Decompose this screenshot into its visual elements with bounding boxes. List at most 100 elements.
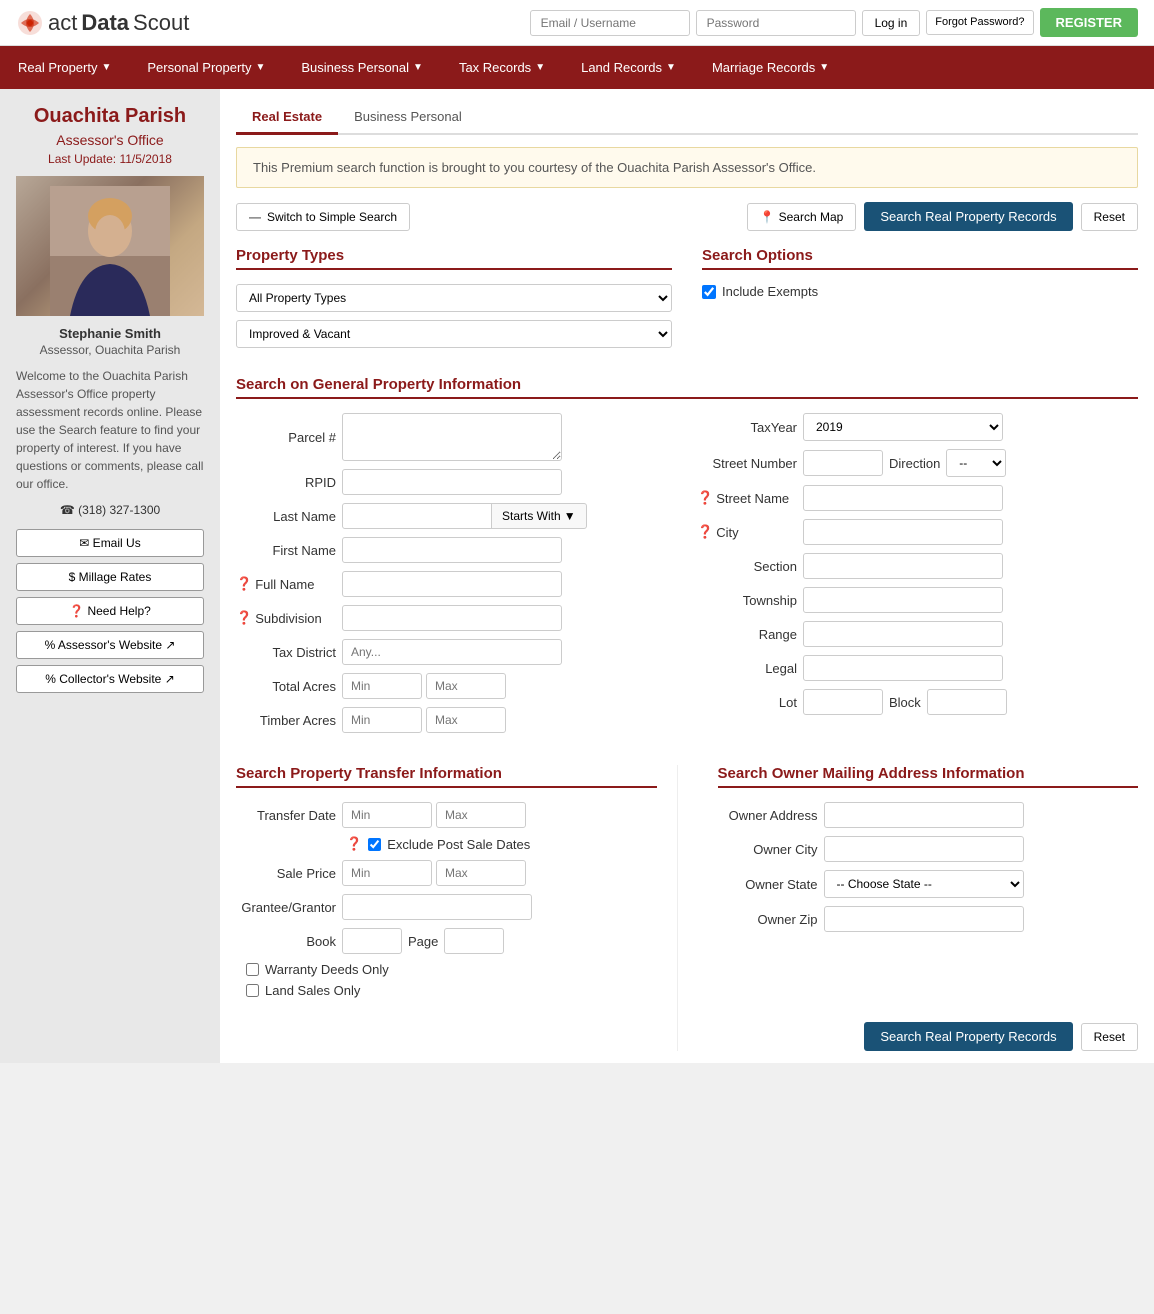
reset-button-bottom[interactable]: Reset	[1081, 1023, 1138, 1051]
subdivision-input[interactable]	[342, 605, 562, 631]
page-input[interactable]	[444, 928, 504, 954]
subdivision-help-icon[interactable]: ❓	[236, 610, 252, 626]
street-name-input[interactable]	[803, 485, 1003, 511]
register-button[interactable]: REGISTER	[1040, 8, 1138, 37]
nav-arrow-tax-records: ▼	[535, 62, 545, 73]
forgot-password-button[interactable]: Forgot Password?	[926, 10, 1033, 35]
tab-bar: Real Estate Business Personal	[236, 101, 1138, 135]
general-search-left: Parcel # RPID Last Name	[236, 413, 677, 741]
owner-state-select[interactable]: -- Choose State -- ALAKAZAR CACOCTDE FLG…	[824, 870, 1024, 898]
nav-item-personal-property[interactable]: Personal Property ▼	[129, 46, 283, 89]
tax-district-row: Tax District	[236, 639, 677, 665]
city-label: ❓ City	[697, 524, 797, 540]
collectors-website-button[interactable]: % Collector's Website ↗	[16, 665, 204, 693]
starts-with-button[interactable]: Starts With ▼	[491, 503, 587, 529]
transfer-title: Search Property Transfer Information	[236, 765, 657, 788]
warranty-deeds-checkbox[interactable]	[246, 963, 259, 976]
street-number-input[interactable]	[803, 450, 883, 476]
parcel-row: Parcel #	[236, 413, 677, 461]
search-records-button-bottom[interactable]: Search Real Property Records	[864, 1022, 1072, 1051]
nav-item-tax-records[interactable]: Tax Records ▼	[441, 46, 563, 89]
password-input[interactable]	[696, 10, 856, 36]
nav-item-real-property[interactable]: Real Property ▼	[0, 46, 129, 89]
parcel-input[interactable]	[342, 413, 562, 461]
sidebar-phone: ☎ (318) 327-1300	[16, 503, 204, 517]
pin-icon: 📍	[760, 210, 775, 224]
simple-search-button[interactable]: — Switch to Simple Search	[236, 203, 410, 231]
direction-select[interactable]: -- N S E W NE NW SE SW	[946, 449, 1006, 477]
millage-rates-button[interactable]: $ Millage Rates	[16, 563, 204, 591]
exclude-post-checkbox[interactable]	[368, 838, 381, 851]
section-label: Section	[697, 559, 797, 574]
login-button[interactable]: Log in	[862, 10, 921, 36]
land-sales-checkbox[interactable]	[246, 984, 259, 997]
tab-real-estate[interactable]: Real Estate	[236, 101, 338, 135]
assessors-website-button[interactable]: % Assessor's Website ↗	[16, 631, 204, 659]
owner-zip-input[interactable]	[824, 906, 1024, 932]
nav-arrow-land-records: ▼	[666, 62, 676, 73]
reset-button-top[interactable]: Reset	[1081, 203, 1138, 231]
full-name-row: ❓ Full Name	[236, 571, 677, 597]
owner-address-input[interactable]	[824, 802, 1024, 828]
range-input[interactable]	[803, 621, 1003, 647]
transfer-date-row: Transfer Date	[236, 802, 657, 828]
total-acres-max[interactable]	[426, 673, 506, 699]
legal-input[interactable]	[803, 655, 1003, 681]
book-input[interactable]	[342, 928, 402, 954]
exclude-post-help-icon[interactable]: ❓	[346, 836, 362, 852]
city-input[interactable]	[803, 519, 1003, 545]
city-help-icon[interactable]: ❓	[697, 524, 713, 540]
rpid-input[interactable]	[342, 469, 562, 495]
nav-item-business-personal[interactable]: Business Personal ▼	[283, 46, 441, 89]
general-search-title: Search on General Property Information	[236, 376, 1138, 399]
grantee-grantor-input[interactable]	[342, 894, 532, 920]
warranty-deeds-label: Warranty Deeds Only	[265, 962, 389, 977]
email-input[interactable]	[530, 10, 690, 36]
last-name-input[interactable]	[342, 503, 492, 529]
search-map-button[interactable]: 📍 Search Map	[747, 203, 857, 231]
section-row: Section	[697, 553, 1138, 579]
tab-business-personal[interactable]: Business Personal	[338, 101, 478, 133]
need-help-button[interactable]: ❓ Need Help?	[16, 597, 204, 625]
owner-zip-row: Owner Zip	[718, 906, 1139, 932]
township-input[interactable]	[803, 587, 1003, 613]
transfer-date-max[interactable]	[436, 802, 526, 828]
parcel-label: Parcel #	[236, 430, 336, 445]
nav-item-marriage-records[interactable]: Marriage Records ▼	[694, 46, 847, 89]
tax-year-select[interactable]: 2019 2018 2017 2016	[803, 413, 1003, 441]
last-name-input-group: Starts With ▼	[342, 503, 587, 529]
tax-district-input[interactable]	[342, 639, 562, 665]
full-name-input[interactable]	[342, 571, 562, 597]
general-search-right: TaxYear 2019 2018 2017 2016 Street Numbe…	[697, 413, 1138, 741]
property-type-select[interactable]: All Property Types Residential Commercia…	[236, 284, 672, 312]
nav-item-land-records[interactable]: Land Records ▼	[563, 46, 694, 89]
sale-price-min[interactable]	[342, 860, 432, 886]
first-name-input[interactable]	[342, 537, 562, 563]
logo-icon	[16, 9, 44, 37]
subdivision-row: ❓ Subdivision	[236, 605, 677, 631]
property-status-select[interactable]: Improved & Vacant Improved Only Vacant O…	[236, 320, 672, 348]
township-label: Township	[697, 593, 797, 608]
street-name-help-icon[interactable]: ❓	[697, 490, 713, 506]
timber-acres-min[interactable]	[342, 707, 422, 733]
transfer-date-min[interactable]	[342, 802, 432, 828]
transfer-date-minmax	[342, 802, 526, 828]
owner-city-input[interactable]	[824, 836, 1024, 862]
main-content: Ouachita Parish Assessor's Office Last U…	[0, 89, 1154, 1063]
lot-input[interactable]	[803, 689, 883, 715]
block-input[interactable]	[927, 689, 1007, 715]
include-exempts-checkbox[interactable]	[702, 285, 716, 299]
nav-arrow-personal-property: ▼	[255, 62, 265, 73]
header: actDataScout Log in Forgot Password? REG…	[0, 0, 1154, 46]
full-name-help-icon[interactable]: ❓	[236, 576, 252, 592]
owner-address-row: Owner Address	[718, 802, 1139, 828]
total-acres-min[interactable]	[342, 673, 422, 699]
email-us-button[interactable]: ✉ Email Us	[16, 529, 204, 557]
sale-price-max[interactable]	[436, 860, 526, 886]
section-input[interactable]	[803, 553, 1003, 579]
property-types-col: Property Types All Property Types Reside…	[236, 247, 672, 356]
rpid-row: RPID	[236, 469, 677, 495]
search-records-button-top[interactable]: Search Real Property Records	[864, 202, 1072, 231]
timber-acres-max[interactable]	[426, 707, 506, 733]
owner-state-label: Owner State	[718, 877, 818, 892]
